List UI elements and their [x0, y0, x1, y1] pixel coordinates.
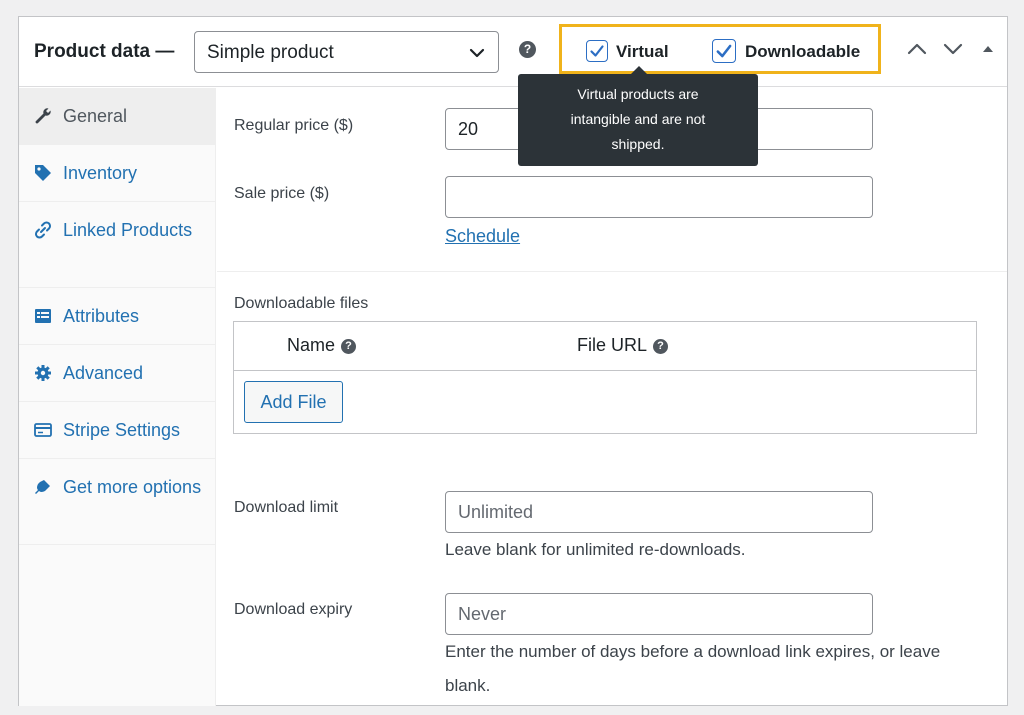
tab-attributes[interactable]: Attributes: [19, 288, 215, 345]
tooltip-arrow: [631, 66, 647, 74]
chevron-down-icon: [469, 48, 485, 58]
tooltip-line: shipped.: [611, 136, 665, 152]
tab-label: Attributes: [63, 306, 140, 326]
table-header: Name? File URL?: [234, 322, 976, 371]
tab-label: Stripe Settings: [63, 420, 181, 440]
tooltip-line: Virtual products are: [577, 86, 699, 102]
wrench-icon: [35, 108, 51, 124]
tab-general[interactable]: General: [19, 88, 215, 145]
help-icon[interactable]: ?: [341, 338, 357, 354]
column-header-name-label: Name: [287, 335, 336, 355]
product-data-title: Product data —: [34, 41, 175, 62]
download-expiry-description: Enter the number of days before a downlo…: [445, 642, 941, 695]
tab-stripe-settings[interactable]: Stripe Settings: [19, 402, 215, 459]
tab-advanced[interactable]: Advanced: [19, 345, 215, 402]
downloadable-files-table: Name? File URL? Add File: [233, 321, 977, 434]
product-data-header: Product data — Simple product ? Virtual …: [19, 17, 1007, 87]
tag-icon: [35, 165, 51, 181]
column-header-file-url: File URL?: [577, 335, 669, 356]
tab-linked-products[interactable]: Linked Products: [19, 202, 215, 288]
product-data-tabs: General Inventory Linked Products Attrib…: [19, 88, 216, 706]
schedule-link[interactable]: Schedule: [445, 226, 520, 247]
sale-price-label: Sale price ($): [234, 185, 330, 202]
column-header-file-url-label: File URL: [577, 335, 648, 355]
checkmark-icon: [716, 44, 732, 58]
regular-price-label: Regular price ($): [234, 117, 354, 134]
sale-price-input[interactable]: [445, 176, 873, 218]
download-limit-input[interactable]: Unlimited: [445, 491, 873, 533]
checkmark-icon: [590, 45, 604, 57]
virtual-label[interactable]: Virtual: [616, 42, 669, 62]
tab-label: General: [63, 106, 128, 126]
section-divider: [217, 271, 1007, 272]
downloadable-files-label: Downloadable files: [234, 295, 369, 312]
product-type-select[interactable]: Simple product: [194, 31, 499, 73]
column-header-name: Name?: [287, 335, 357, 356]
downloadable-label[interactable]: Downloadable: [745, 42, 860, 62]
help-icon[interactable]: ?: [519, 41, 536, 58]
virtual-checkbox[interactable]: [586, 40, 608, 62]
add-file-button[interactable]: Add File: [244, 381, 343, 423]
card-icon: [34, 423, 52, 437]
general-panel: Regular price ($) 20 Sale price ($) Sche…: [217, 88, 1007, 706]
move-up-icon[interactable]: [907, 41, 927, 57]
tooltip-line: intangible and are not: [570, 111, 706, 127]
gear-icon: [35, 365, 51, 381]
tab-label: Advanced: [63, 363, 144, 383]
virtual-tooltip: Virtual products are intangible and are …: [518, 66, 758, 166]
download-limit-description: Leave blank for unlimited re-downloads.: [445, 540, 746, 559]
collapse-toggle-icon[interactable]: [981, 41, 995, 57]
download-limit-label: Download limit: [234, 499, 339, 516]
downloadable-checkbox[interactable]: [712, 39, 736, 63]
move-down-icon[interactable]: [943, 41, 963, 57]
tab-inventory[interactable]: Inventory: [19, 145, 215, 202]
tab-label: Linked Products: [63, 220, 193, 240]
download-expiry-input[interactable]: Never: [445, 593, 873, 635]
product-data-panel: Product data — Simple product ? Virtual …: [18, 16, 1008, 706]
product-type-value: Simple product: [207, 42, 334, 63]
tab-label: Get more options: [63, 477, 202, 497]
tab-get-more-options[interactable]: Get more options: [19, 459, 215, 545]
list-view-icon: [35, 309, 51, 323]
download-expiry-label: Download expiry: [234, 601, 353, 618]
help-icon[interactable]: ?: [653, 338, 669, 354]
tab-label: Inventory: [63, 163, 138, 183]
